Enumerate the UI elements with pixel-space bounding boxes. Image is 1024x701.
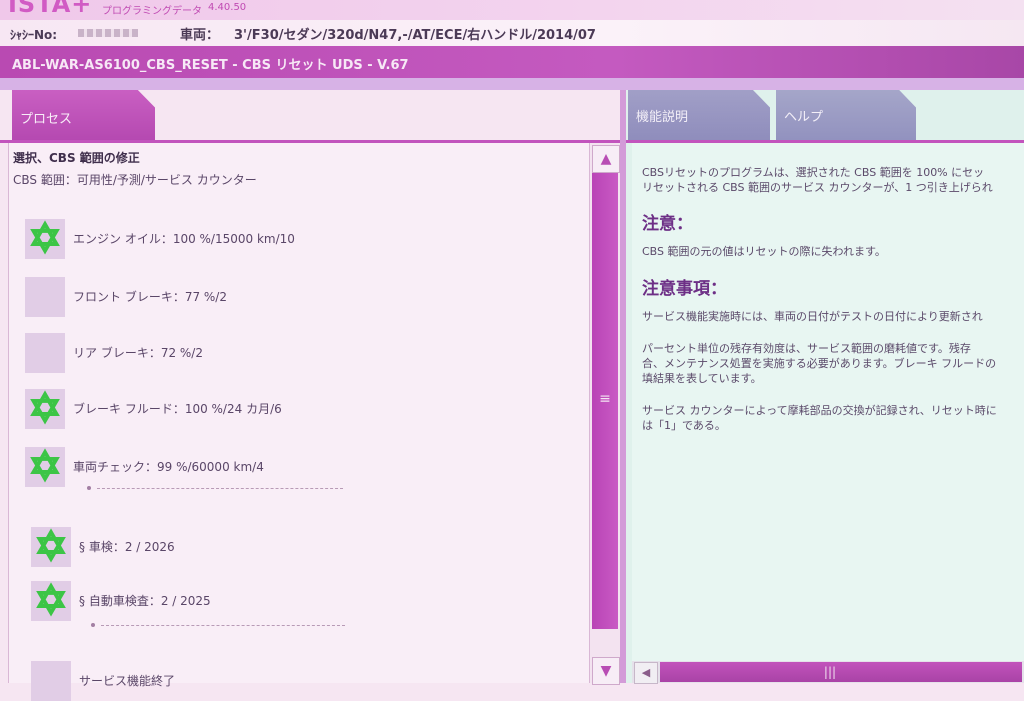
caution-text: CBS 範囲の元の値はリセットの際に失われます。: [642, 245, 886, 258]
function-description-panel: CBSリセットのプログラムは、選択された CBS 範囲を 100% にセッ リセ…: [632, 143, 1024, 661]
arrow-left-icon[interactable]: ◀: [634, 662, 658, 684]
process-scrollbar[interactable]: ▲ ≡ ▼: [589, 143, 620, 685]
star-icon: ✡: [27, 444, 63, 490]
note-line: パーセント単位の残存有効度は、サービス範囲の磨耗値です。残存: [642, 342, 971, 355]
module-title-bar: ABL-WAR-AS6100_CBS_RESET - CBS リセット UDS …: [0, 46, 1024, 78]
tab-help-label: ヘルプ: [784, 110, 824, 125]
tab-help[interactable]: ヘルプ: [776, 90, 916, 140]
cbs-item-label: § 自動車検査：2 / 2025: [79, 594, 211, 608]
cbs-item-label: 車両チェック：99 %/60000 km/4: [73, 460, 264, 474]
cbs-item-label: サービス機能終了: [79, 674, 176, 688]
module-title: ABL-WAR-AS6100_CBS_RESET - CBS リセット UDS …: [12, 58, 409, 73]
note-line: は「1」である。: [642, 419, 726, 432]
tab-function-description[interactable]: 機能説明: [628, 90, 770, 140]
section-subtitle: CBS 範囲：可用性/予測/サービス カウンター: [13, 173, 257, 187]
star-icon: ✡: [33, 578, 69, 624]
app-title: ISTA+: [8, 0, 93, 18]
cbs-checkbox[interactable]: [25, 333, 65, 373]
grip-icon: |||: [823, 665, 837, 679]
cbs-item-label: ブレーキ フルード：100 %/24 カ月/6: [73, 402, 282, 416]
chassis-label: ｼｬｼｰNo:: [10, 28, 58, 42]
star-icon: ✡: [27, 216, 63, 262]
note-line: 合、メンテナンス処置を実施する必要があります。ブレーキ フルードの: [642, 357, 997, 370]
separator-line: [87, 486, 343, 490]
description-line: CBSリセットのプログラムは、選択された CBS 範囲を 100% にセッ: [642, 166, 985, 179]
vehicle-info-bar: ｼｬｼｰNo: 車両： 3'/F30/セダン/320d/N47,-/AT/ECE…: [0, 20, 1024, 47]
tab-strip-background: [0, 78, 1024, 90]
cbs-item-label: フロント ブレーキ：77 %/2: [73, 290, 227, 304]
section-title: 選択、CBS 範囲の修正: [13, 151, 140, 165]
tab-process[interactable]: プロセス: [12, 90, 155, 140]
description-hscrollbar[interactable]: ◀ |||: [632, 661, 1024, 684]
description-line: リセットされる CBS 範囲のサービス カウンターが、1 つ引き上げられ: [642, 181, 993, 194]
cbs-item-label: リア ブレーキ：72 %/2: [73, 346, 203, 360]
cbs-checkbox[interactable]: [31, 661, 71, 701]
hscroll-thumb[interactable]: |||: [660, 662, 1022, 682]
caution-heading: 注意：: [642, 214, 693, 234]
title-bar: ISTA+ プログラミングデータ 4.40.50: [0, 0, 1024, 20]
process-panel: 選択、CBS 範囲の修正 CBS 範囲：可用性/予測/サービス カウンター ✡ …: [8, 143, 589, 701]
chassis-number-redacted: [78, 29, 138, 37]
scroll-thumb[interactable]: ≡: [592, 173, 618, 629]
star-icon: ✡: [33, 524, 69, 570]
cbs-item-label: § 車検：2 / 2026: [79, 540, 175, 554]
note-line: 填結果を表しています。: [642, 372, 762, 385]
cbs-checkbox[interactable]: [25, 277, 65, 317]
arrow-up-icon[interactable]: ▲: [592, 145, 620, 173]
note-line: サービス カウンターによって摩耗部品の交換が記録され、リセット時に: [642, 404, 997, 417]
app-subtitle: プログラミングデータ: [102, 6, 202, 17]
separator-line: [91, 623, 345, 627]
grip-icon: ≡: [599, 391, 611, 407]
note-line: サービス機能実施時には、車両の日付がテストの日付により更新され: [642, 310, 983, 323]
arrow-down-icon[interactable]: ▼: [592, 657, 620, 685]
vehicle-value: 3'/F30/セダン/320d/N47,-/AT/ECE/右ハンドル/2014/…: [234, 28, 596, 43]
tab-function-description-label: 機能説明: [636, 110, 689, 125]
cbs-item-label: エンジン オイル：100 %/15000 km/10: [73, 232, 295, 246]
notes-heading: 注意事項：: [642, 279, 727, 299]
tab-process-label: プロセス: [20, 112, 73, 127]
vehicle-label: 車両：: [180, 28, 220, 43]
star-icon: ✡: [27, 386, 63, 432]
app-version: 4.40.50: [208, 2, 247, 13]
